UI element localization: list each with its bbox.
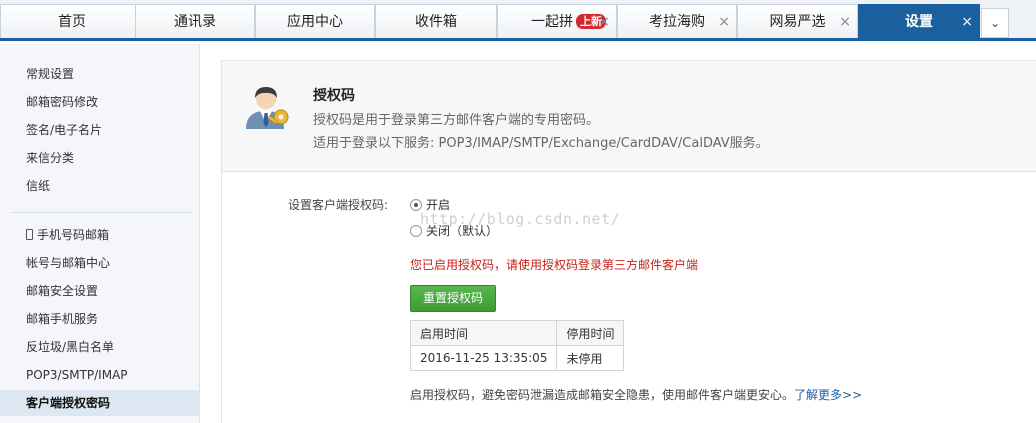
close-icon[interactable]: × [961,5,973,39]
sidebar-item-client-password[interactable]: 客户端授权密码 [0,390,200,416]
sidebar-item-mobile-service[interactable]: 邮箱手机服务 [0,306,200,332]
tab-yiqipin[interactable]: 一起拼 上新 × [497,4,617,38]
sidebar-item-label: 反垃圾/黑白名单 [26,340,115,354]
tab-settings[interactable]: 设置 × [858,4,980,38]
table-row: 2016-11-25 13:35:05 未停用 [409,345,625,371]
chevron-down-icon: ⌄ [989,16,1001,30]
auth-code-header: 授权码 授权码是用于登录第三方邮件客户端的专用密码。 适用于登录以下服务: PO… [222,61,1036,172]
sidebar-item-label: 来信分类 [26,151,75,165]
tab-label: 通讯录 [174,14,216,30]
reset-auth-code-button[interactable]: 重置授权码 [410,285,496,312]
auth-code-table: 启用时间 停用时间 2016-11-25 13:35:05 未停用 [409,320,625,371]
learn-more-link[interactable]: 了解更多>> [794,388,862,402]
tab-label: 首页 [58,14,86,30]
sidebar-item-pop3[interactable]: POP3/SMTP/IMAP [0,362,200,388]
sidebar-item-label: 客户端授权密码 [26,396,111,410]
sidebar-item-mail-filter[interactable]: 来信分类 [0,145,200,171]
sidebar-item-account-center[interactable]: 帐号与邮箱中心 [0,250,200,276]
sidebar-item-label: 手机号码邮箱 [37,228,110,242]
settings-sidebar: 常规设置 邮箱密码修改 签名/电子名片 来信分类 信纸 手机号码邮箱 帐号与邮箱… [0,44,200,423]
tab-app-center[interactable]: 应用中心 [255,4,375,38]
tab-label: 网易严选 [769,14,826,30]
tab-inbox[interactable]: 收件箱 [375,4,497,38]
description-line: 授权码是用于登录第三方邮件客户端的专用密码。 [313,113,600,128]
sidebar-item-label: 邮箱手机服务 [26,312,99,326]
sidebar-item-label: 常规设置 [26,67,75,81]
sidebar-divider [12,212,192,213]
sidebar-item-label: 邮箱安全设置 [26,284,99,298]
tab-label: 设置 [905,14,933,30]
security-tip: 启用授权码，避免密码泄漏造成邮箱安全隐患，使用邮件客户端更安心。了解更多>> [410,386,862,403]
sidebar-item-signature[interactable]: 签名/电子名片 [0,117,200,143]
close-icon[interactable]: × [839,5,851,39]
sidebar-item-password[interactable]: 邮箱密码修改 [0,89,200,115]
table-cell: 未停用 [556,345,625,371]
tab-bar: 首页 通讯录 应用中心 收件箱 一起拼 上新 × 考拉海购 × 网易严选 × 设… [0,0,1036,41]
tab-home[interactable]: 首页 [0,4,144,38]
close-icon[interactable]: × [718,5,730,39]
watermark: http://blog.csdn.net/ [420,210,621,228]
services-line: 适用于登录以下服务: POP3/IMAP/SMTP/Exchange/CardD… [313,136,769,151]
sidebar-item-general[interactable]: 常规设置 [0,61,200,87]
column-header: 启用时间 [409,320,558,346]
tab-label: 考拉海购 [649,14,705,30]
sidebar-item-label: 邮箱密码修改 [26,95,99,109]
tab-yanxuan[interactable]: 网易严选 × [737,4,858,38]
page-title: 授权码 [313,88,355,104]
user-key-icon [240,79,294,133]
sidebar-item-antispam[interactable]: 反垃圾/黑白名单 [0,334,200,360]
column-header: 停用时间 [556,320,625,346]
table-header-row: 启用时间 停用时间 [409,320,625,346]
sidebar-item-stationery[interactable]: 信纸 [0,173,200,199]
sidebar-item-label: 信纸 [26,179,51,193]
tab-label: 应用中心 [287,14,343,30]
phone-icon [26,229,33,240]
tab-contacts[interactable]: 通讯录 [135,4,255,38]
tab-kaola[interactable]: 考拉海购 × [617,4,737,38]
sidebar-item-label: 帐号与邮箱中心 [26,256,111,270]
tip-text: 启用授权码，避免密码泄漏造成邮箱安全隐患，使用邮件客户端更安心。 [410,388,795,402]
sidebar-item-label: 签名/电子名片 [26,123,103,137]
auth-code-panel: 授权码 授权码是用于登录第三方邮件客户端的专用密码。 适用于登录以下服务: PO… [221,60,1036,423]
status-notice: 您已启用授权码，请使用授权码登录第三方邮件客户端 [410,258,699,272]
sidebar-item-label: POP3/SMTP/IMAP [26,368,128,382]
tab-more-dropdown[interactable]: ⌄ [981,8,1009,38]
tab-label: 收件箱 [415,14,457,30]
tab-label: 一起拼 [531,14,573,30]
sidebar-item-security[interactable]: 邮箱安全设置 [0,278,200,304]
close-icon[interactable]: × [598,5,610,39]
table-cell: 2016-11-25 13:35:05 [409,345,558,371]
field-label: 设置客户端授权码: [288,198,389,212]
sidebar-item-phone-mailbox[interactable]: 手机号码邮箱 [0,222,200,248]
